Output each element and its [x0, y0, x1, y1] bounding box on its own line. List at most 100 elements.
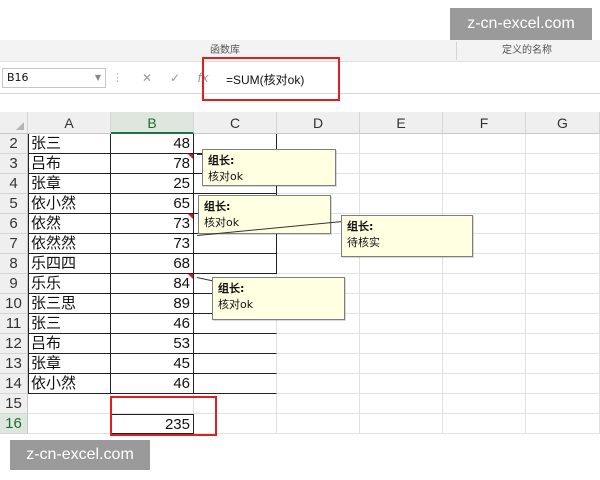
cell-empty[interactable] — [360, 294, 443, 314]
cell-empty[interactable] — [360, 194, 443, 214]
cell-value[interactable]: 89 — [111, 294, 194, 314]
cell-name[interactable]: 乐乐 — [28, 274, 111, 294]
cell-empty[interactable] — [526, 134, 600, 154]
cell-empty[interactable] — [526, 394, 600, 414]
cell-empty[interactable] — [194, 374, 277, 394]
cell-empty[interactable] — [443, 394, 526, 414]
cell-value[interactable]: 46 — [111, 374, 194, 394]
cell-empty[interactable] — [526, 274, 600, 294]
cell-name[interactable]: 依小然 — [28, 194, 111, 214]
row-header[interactable]: 5 — [0, 194, 28, 214]
cell-empty[interactable] — [277, 334, 360, 354]
cell-name[interactable] — [28, 394, 111, 414]
cell-empty[interactable] — [526, 234, 600, 254]
cell-empty[interactable] — [443, 174, 526, 194]
cell-empty[interactable] — [526, 254, 600, 274]
cell-value[interactable]: 65 — [111, 194, 194, 214]
row-header[interactable]: 4 — [0, 174, 28, 194]
cell-empty[interactable] — [526, 174, 600, 194]
cell-empty[interactable] — [443, 334, 526, 354]
cell-empty[interactable] — [277, 354, 360, 374]
cell-empty[interactable] — [360, 314, 443, 334]
cell-empty[interactable] — [443, 194, 526, 214]
cell-empty[interactable] — [360, 134, 443, 154]
cell-value[interactable]: 53 — [111, 334, 194, 354]
select-all-corner[interactable] — [0, 112, 28, 134]
cell-name[interactable]: 依小然 — [28, 374, 111, 394]
comment-box[interactable]: 组长: 待核实 — [341, 215, 473, 257]
cell-empty[interactable] — [360, 414, 443, 434]
cell-empty[interactable] — [443, 354, 526, 374]
cell-name[interactable] — [28, 414, 111, 434]
cell-empty[interactable] — [443, 374, 526, 394]
comment-box[interactable]: 组长: 核对ok — [202, 149, 336, 186]
row-header[interactable]: 6 — [0, 214, 28, 234]
column-header-a[interactable]: A — [28, 112, 111, 134]
cell-empty[interactable] — [360, 374, 443, 394]
cell-name[interactable]: 依然然 — [28, 234, 111, 254]
enter-icon[interactable]: ✓ — [166, 68, 184, 88]
cell-empty[interactable] — [360, 274, 443, 294]
cell-value[interactable]: 48 — [111, 134, 194, 154]
cell-empty[interactable] — [360, 354, 443, 374]
cell-empty[interactable] — [443, 274, 526, 294]
cell-empty[interactable] — [526, 334, 600, 354]
cell-value[interactable]: 73 — [111, 234, 194, 254]
row-header[interactable]: 8 — [0, 254, 28, 274]
cell-name[interactable]: 张三 — [28, 314, 111, 334]
cell-name[interactable]: 张章 — [28, 174, 111, 194]
cell-empty[interactable] — [443, 294, 526, 314]
cell-empty[interactable] — [526, 154, 600, 174]
cell-empty[interactable] — [443, 154, 526, 174]
cell-empty[interactable] — [526, 414, 600, 434]
column-header-f[interactable]: F — [443, 112, 526, 134]
formula-bar-grip[interactable]: ⋮ — [112, 68, 123, 88]
cell-empty[interactable] — [443, 254, 526, 274]
cell-name[interactable]: 吕布 — [28, 154, 111, 174]
cell-empty[interactable] — [277, 254, 360, 274]
cell-empty[interactable] — [360, 254, 443, 274]
column-header-e[interactable]: E — [360, 112, 443, 134]
cell-name[interactable]: 吕布 — [28, 334, 111, 354]
ribbon-group-defined-names[interactable]: 定义的名称 — [502, 40, 552, 62]
cell-name[interactable]: 张章 — [28, 354, 111, 374]
cell-value[interactable]: 25 — [111, 174, 194, 194]
row-header[interactable]: 16 — [0, 414, 28, 434]
row-header[interactable]: 13 — [0, 354, 28, 374]
cell-empty[interactable] — [526, 294, 600, 314]
row-header[interactable]: 7 — [0, 234, 28, 254]
cell-value[interactable]: 68 — [111, 254, 194, 274]
column-header-b[interactable]: B — [111, 112, 194, 134]
cell-value[interactable]: 73 — [111, 214, 194, 234]
cell-empty[interactable] — [277, 394, 360, 414]
row-header[interactable]: 15 — [0, 394, 28, 414]
cell-name[interactable]: 张三思 — [28, 294, 111, 314]
column-header-d[interactable]: D — [277, 112, 360, 134]
cell-empty[interactable] — [526, 354, 600, 374]
row-header[interactable]: 9 — [0, 274, 28, 294]
cell-empty[interactable] — [526, 214, 600, 234]
cell-empty[interactable] — [443, 134, 526, 154]
cell-name[interactable]: 乐四四 — [28, 254, 111, 274]
cell-empty[interactable] — [194, 334, 277, 354]
cell-name[interactable]: 张三 — [28, 134, 111, 154]
cell-empty[interactable] — [360, 174, 443, 194]
cell-value[interactable]: 78 — [111, 154, 194, 174]
cell-value[interactable]: 45 — [111, 354, 194, 374]
chevron-down-icon[interactable]: ▼ — [95, 69, 101, 87]
cell-empty[interactable] — [360, 154, 443, 174]
cell-empty[interactable] — [360, 394, 443, 414]
cell-empty[interactable] — [526, 314, 600, 334]
cell-empty[interactable] — [360, 334, 443, 354]
comment-box[interactable]: 组长: 核对ok — [212, 277, 345, 320]
row-header[interactable]: 11 — [0, 314, 28, 334]
cell-value[interactable]: 84 — [111, 274, 194, 294]
cell-empty[interactable] — [526, 194, 600, 214]
cell-empty[interactable] — [277, 374, 360, 394]
cell-empty[interactable] — [277, 414, 360, 434]
column-header-c[interactable]: C — [194, 112, 277, 134]
cell-empty[interactable] — [194, 354, 277, 374]
row-header[interactable]: 14 — [0, 374, 28, 394]
row-header[interactable]: 2 — [0, 134, 28, 154]
cell-empty[interactable] — [194, 234, 277, 254]
